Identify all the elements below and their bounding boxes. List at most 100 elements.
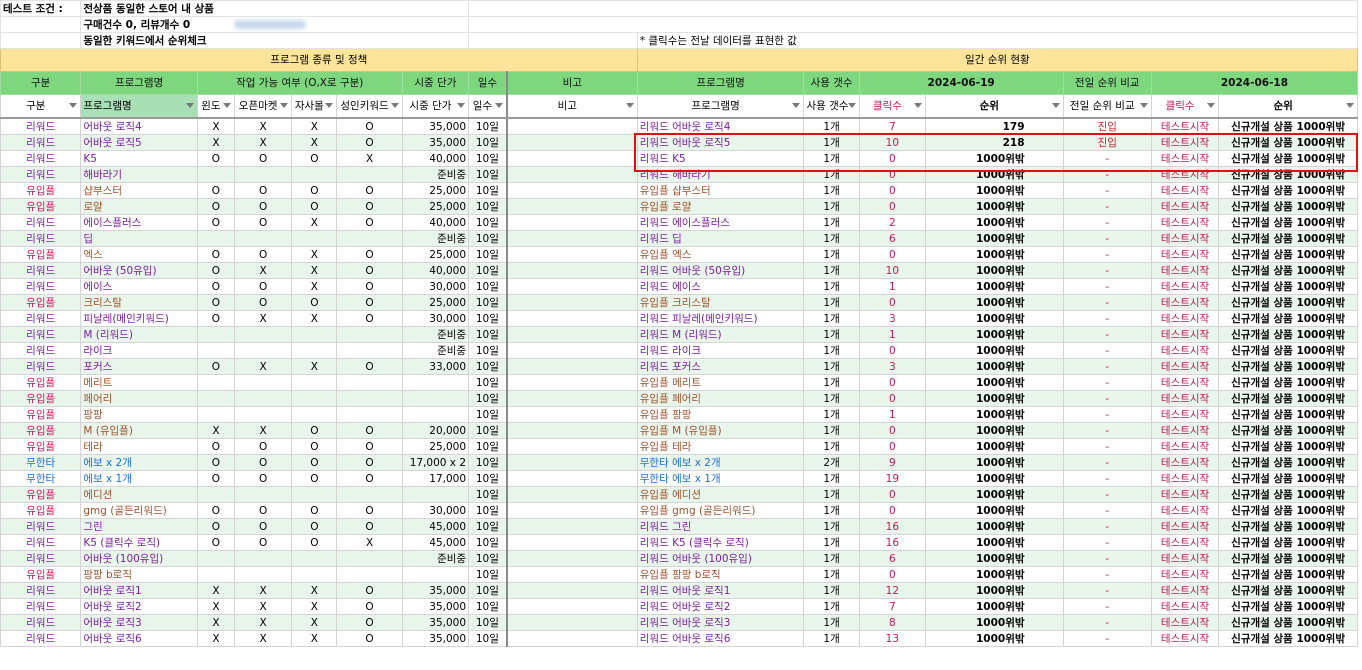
clicks-cell[interactable]: 0 [858, 342, 926, 359]
clicks-cell[interactable]: 7 [858, 598, 926, 615]
rank-cell[interactable]: 1000위밖 [924, 150, 1064, 167]
openmarket-cell[interactable] [233, 550, 293, 567]
price-cell[interactable] [401, 390, 470, 407]
category-cell[interactable]: 리워드 [0, 230, 82, 247]
rank-2-cell[interactable]: 신규개설 상품 1000위밖 [1218, 117, 1358, 135]
adult-keyword-cell[interactable]: X [336, 534, 403, 551]
empty-cell[interactable] [468, 32, 638, 49]
program-2-cell[interactable]: 유입플 테라 [636, 438, 805, 455]
openmarket-cell[interactable] [233, 326, 293, 343]
category-cell[interactable]: 리워드 [0, 598, 82, 615]
price-cell[interactable]: 40,000 [401, 214, 470, 231]
program-2-cell[interactable]: 리워드 라이크 [636, 342, 805, 359]
compare-cell[interactable]: - [1062, 422, 1152, 439]
note-cell[interactable] [506, 534, 638, 551]
program-2-cell[interactable]: 리워드 K5 (클릭수 로직) [636, 534, 805, 551]
days-cell[interactable]: 10일 [468, 518, 508, 535]
filter-rank[interactable]: 순위 [924, 94, 1064, 119]
adult-keyword-cell[interactable]: O [336, 198, 403, 215]
rank-cell[interactable]: 1000위밖 [924, 198, 1064, 215]
self-mall-cell[interactable] [291, 566, 338, 583]
table-row[interactable]: 유입플 메리트 10일 유입플 메리트 1개 0 1000위밖 - 테스트시작 신규개설 상품 1… [0, 374, 1358, 391]
windo-cell[interactable]: X [196, 582, 236, 599]
compare-cell[interactable]: - [1062, 550, 1152, 567]
days-cell[interactable]: 10일 [468, 438, 508, 455]
compare-cell[interactable]: - [1062, 518, 1152, 535]
adult-keyword-cell[interactable]: O [336, 246, 403, 263]
filter-category[interactable]: 구분 [0, 94, 82, 119]
clicks-cell[interactable]: 6 [858, 230, 926, 247]
self-mall-cell[interactable]: X [291, 630, 338, 647]
compare-cell[interactable]: - [1062, 294, 1152, 311]
table-row[interactable]: 리워드 M (리워드) 준비중 10일 리워드 M (리워드) 1개 1 1000위밖 - 테스트… [0, 326, 1358, 343]
program-2-cell[interactable]: 리워드 어바웃 로직5 [636, 134, 805, 151]
table-row[interactable]: 유입플 테라 O O O O 25,000 10일 유입플 테라 1개 0 1000위밖 - 테스트시작 신… [0, 438, 1358, 455]
filter-windo[interactable]: 윈도 [196, 94, 236, 119]
days-cell[interactable]: 10일 [468, 390, 508, 407]
rank-2-cell[interactable]: 신규개설 상품 1000위밖 [1218, 374, 1358, 391]
table-row[interactable]: 유입플 엑스 O O X O 25,000 10일 유입플 엑스 1개 0 1000위밖 - 테스트시작 신… [0, 246, 1358, 263]
rank-2-cell[interactable]: 신규개설 상품 1000위밖 [1218, 342, 1358, 359]
adult-keyword-cell[interactable]: O [336, 582, 403, 599]
clicks-cell[interactable]: 1 [858, 406, 926, 423]
clicks-cell[interactable]: 0 [858, 486, 926, 503]
rank-cell[interactable]: 1000위밖 [924, 294, 1064, 311]
test-condition-line-1[interactable]: 전상품 동일한 스토어 내 상품 [80, 0, 470, 17]
note-cell[interactable] [506, 326, 638, 343]
adult-keyword-cell[interactable]: O [336, 262, 403, 279]
note-cell[interactable] [506, 166, 638, 183]
section-program-policy[interactable]: 프로그램 종류 및 정책 [0, 48, 638, 72]
adult-keyword-cell[interactable] [336, 342, 403, 359]
program-cell[interactable]: 테라 [80, 438, 198, 455]
table-row[interactable]: 유입플 팡팡 10일 유입플 팡팡 1개 1 1000위밖 - 테스트시작 신규개설 상품 100… [0, 406, 1358, 423]
windo-cell[interactable]: O [196, 182, 236, 199]
program-cell[interactable]: 그린 [80, 518, 198, 535]
clicks-2-cell[interactable]: 테스트시작 [1150, 342, 1220, 359]
self-mall-cell[interactable]: O [291, 438, 338, 455]
days-cell[interactable]: 10일 [468, 630, 508, 647]
program-2-cell[interactable]: 리워드 어바웃 로직3 [636, 614, 805, 631]
price-cell[interactable]: 준비중 [401, 230, 470, 247]
filter-rank-2[interactable]: 순위 [1218, 94, 1358, 119]
usage-cell[interactable]: 2개 [803, 454, 860, 471]
filter-note[interactable]: 비고 [506, 94, 638, 119]
windo-cell[interactable] [196, 166, 236, 183]
adult-keyword-cell[interactable]: X [336, 150, 403, 167]
program-cell[interactable]: 페어리 [80, 390, 198, 407]
table-row[interactable]: 리워드 라이크 준비중 10일 리워드 라이크 1개 0 1000위밖 - 테스트시작 신규개설 상… [0, 342, 1358, 359]
compare-cell[interactable]: - [1062, 630, 1152, 647]
program-2-cell[interactable]: 리워드 에이스플러스 [636, 214, 805, 231]
clicks-2-cell[interactable]: 테스트시작 [1150, 598, 1220, 615]
clicks-cell[interactable]: 0 [858, 198, 926, 215]
clicks-2-cell[interactable]: 테스트시작 [1150, 534, 1220, 551]
category-cell[interactable]: 리워드 [0, 117, 82, 135]
clicks-2-cell[interactable]: 테스트시작 [1150, 214, 1220, 231]
rank-2-cell[interactable]: 신규개설 상품 1000위밖 [1218, 470, 1358, 487]
adult-keyword-cell[interactable]: O [336, 598, 403, 615]
windo-cell[interactable]: O [196, 454, 236, 471]
rank-cell[interactable]: 1000위밖 [924, 566, 1064, 583]
openmarket-cell[interactable]: X [233, 598, 293, 615]
price-cell[interactable] [401, 566, 470, 583]
table-row[interactable]: 리워드 그린 O O O O 45,000 10일 리워드 그린 1개 16 1000위밖 - 테스트시작… [0, 518, 1358, 535]
rank-cell[interactable]: 1000위밖 [924, 518, 1064, 535]
note-cell[interactable] [506, 598, 638, 615]
clicks-cell[interactable]: 16 [858, 518, 926, 535]
self-mall-cell[interactable]: O [291, 294, 338, 311]
category-cell[interactable]: 유입플 [0, 406, 82, 423]
clicks-2-cell[interactable]: 테스트시작 [1150, 134, 1220, 151]
self-mall-cell[interactable]: X [291, 614, 338, 631]
table-row[interactable]: 리워드 에이스 O O X O 30,000 10일 리워드 에이스 1개 1 1000위밖 - 테스트시… [0, 278, 1358, 295]
usage-cell[interactable]: 1개 [803, 550, 860, 567]
rank-cell[interactable]: 1000위밖 [924, 470, 1064, 487]
compare-cell[interactable]: 진입 [1062, 134, 1152, 151]
openmarket-cell[interactable]: X [233, 630, 293, 647]
compare-cell[interactable]: - [1062, 342, 1152, 359]
days-cell[interactable]: 10일 [468, 150, 508, 167]
note-cell[interactable] [506, 582, 638, 599]
usage-cell[interactable]: 1개 [803, 390, 860, 407]
usage-cell[interactable]: 1개 [803, 230, 860, 247]
rank-2-cell[interactable]: 신규개설 상품 1000위밖 [1218, 582, 1358, 599]
openmarket-cell[interactable]: O [233, 150, 293, 167]
self-mall-cell[interactable]: X [291, 278, 338, 295]
